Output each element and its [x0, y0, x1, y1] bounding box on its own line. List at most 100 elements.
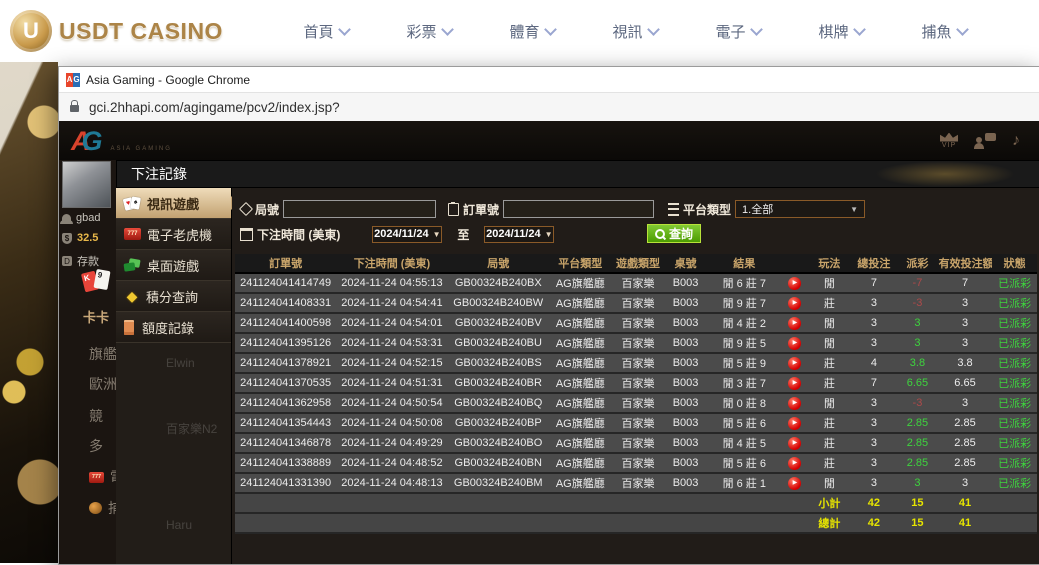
cell-time: 2024-11-24 04:49:29 [336, 433, 447, 453]
window-title: Asia Gaming - Google Chrome [86, 73, 250, 87]
subtotal-row-round [448, 493, 549, 513]
window-titlebar[interactable]: AG Asia Gaming - Google Chrome [59, 67, 1039, 92]
lobby-menu-label: 旗艦 [89, 344, 117, 364]
subtotal-row-bet: 42 [851, 493, 898, 513]
site-logo[interactable]: U USDT CASINO [10, 10, 223, 52]
total-row: 總計421541 [235, 513, 1037, 533]
cell-bet: 7 [851, 373, 898, 393]
modal-sidebar: ♥♠視訊遊戲777電子老虎機桌面遊戲◆積分查詢額度記錄Elwin百家樂N2Har… [116, 188, 232, 564]
play-button[interactable] [788, 297, 801, 310]
order-label: 訂單號 [463, 201, 499, 218]
cell-order: 241124041354443 [235, 413, 336, 433]
lobby-menu-item[interactable]: 競 [89, 406, 103, 426]
cell-valid: 3 [938, 293, 993, 313]
cell-payout: -3 [897, 393, 938, 413]
cell-valid: 3.8 [938, 353, 993, 373]
lobby-menu-item[interactable]: 多 [89, 436, 103, 456]
nav-item-label: 捕魚 [921, 21, 951, 42]
promo-art [0, 62, 58, 563]
cell-time: 2024-11-24 04:50:54 [336, 393, 447, 413]
sidebar-item-2[interactable]: 777電子老虎機 [116, 219, 231, 250]
ag-logo[interactable]: AG ASIA GAMING [71, 126, 172, 156]
play-button[interactable] [788, 277, 801, 290]
column-header [782, 254, 808, 273]
vip-icon[interactable]: VIP [940, 133, 958, 149]
total-row-round [448, 513, 549, 533]
nav-item-7[interactable]: 捕魚 [893, 21, 996, 42]
cell-platform: AG旗艦廳 [549, 293, 612, 313]
play-button[interactable] [788, 377, 801, 390]
dim-lobby-fragment: Haru [166, 518, 192, 532]
cell-status: 已派彩 [992, 473, 1037, 493]
subtotal-row-platform [549, 493, 612, 513]
column-header: 總投注 [851, 254, 898, 273]
nav-item-1[interactable]: 首頁 [275, 21, 378, 42]
doc-icon [124, 320, 136, 334]
nav-item-6[interactable]: 棋牌 [790, 21, 893, 42]
play-button[interactable] [788, 477, 801, 490]
play-button[interactable] [788, 337, 801, 350]
platform-select[interactable]: 1.全部 [735, 200, 865, 218]
url-bar[interactable]: gci.2hhapi.com/agingame/pcv2/index.jsp? [59, 92, 1039, 122]
subtotal-row: 小計421541 [235, 493, 1037, 513]
lobby-menu-label: 多 [89, 436, 103, 456]
cell-payout: -7 [897, 273, 938, 293]
column-header: 玩法 [808, 254, 851, 273]
topbar-icons: VIP [940, 132, 1020, 150]
lobby-menu-item[interactable]: 旗艦 [89, 344, 117, 364]
sidebar-item-5[interactable]: 額度記錄 [116, 312, 231, 343]
column-header: 訂單號 [235, 254, 336, 273]
nav-item-3[interactable]: 體育 [481, 21, 584, 42]
cell-method: 閒 [808, 333, 851, 353]
column-header: 結果 [707, 254, 782, 273]
support-chat-icon[interactable] [974, 133, 996, 149]
sidebar-item-1[interactable]: ♥♠視訊遊戲 [116, 188, 231, 219]
round-input[interactable] [283, 200, 436, 218]
play-button[interactable] [788, 457, 801, 470]
ag-topbar: AG ASIA GAMING VIP [59, 121, 1039, 161]
total-row-time [336, 513, 447, 533]
cell-bet: 3 [851, 413, 898, 433]
cell-play [782, 313, 808, 333]
chrome-popup-window: AG Asia Gaming - Google Chrome gci.2hhap… [58, 66, 1039, 565]
table-row: 2411240413951262024-11-24 04:53:31GB0032… [235, 333, 1037, 353]
cell-bet: 7 [851, 273, 898, 293]
cell-method: 閒 [808, 473, 851, 493]
sidebar-item-3[interactable]: 桌面遊戲 [116, 250, 231, 281]
cell-payout: 3 [897, 473, 938, 493]
nav-item-2[interactable]: 彩票 [378, 21, 481, 42]
cell-play [782, 433, 808, 453]
table-row: 2411240413544432024-11-24 04:50:08GB0032… [235, 413, 1037, 433]
cell-table_no: B003 [664, 273, 707, 293]
play-button[interactable] [788, 357, 801, 370]
cell-table_no: B003 [664, 313, 707, 333]
search-button[interactable]: 查詢 [647, 224, 701, 243]
play-button[interactable] [788, 437, 801, 450]
nav-item-5[interactable]: 電子 [687, 21, 790, 42]
modal-title: 下注記錄 [116, 160, 1039, 188]
slot-icon: 777 [124, 228, 141, 240]
play-button[interactable] [788, 397, 801, 410]
cell-status: 已派彩 [992, 393, 1037, 413]
date-from-select[interactable]: 2024/11/24 [372, 226, 442, 243]
nav-item-label: 體育 [509, 21, 539, 42]
cell-method: 莊 [808, 413, 851, 433]
lobby-menu-item[interactable]: 歐洲 [89, 374, 117, 394]
cell-payout: 3 [897, 313, 938, 333]
cell-order: 241124041338889 [235, 453, 336, 473]
cell-status: 已派彩 [992, 273, 1037, 293]
nav-item-4[interactable]: 視訊 [584, 21, 687, 42]
play-button[interactable] [788, 417, 801, 430]
music-icon[interactable] [1012, 132, 1020, 150]
cell-play [782, 293, 808, 313]
cell-time: 2024-11-24 04:48:52 [336, 453, 447, 473]
play-button[interactable] [788, 317, 801, 330]
date-to-select[interactable]: 2024/11/24 [484, 226, 554, 243]
sidebar-item-4[interactable]: ◆積分查詢 [116, 281, 231, 312]
order-input[interactable] [503, 200, 654, 218]
magnifier-icon [655, 229, 665, 239]
cell-valid: 7 [938, 273, 993, 293]
cell-table_no: B003 [664, 473, 707, 493]
cell-round: GB00324B240BU [448, 333, 549, 353]
cell-result: 閒 5 莊 6 [707, 453, 782, 473]
